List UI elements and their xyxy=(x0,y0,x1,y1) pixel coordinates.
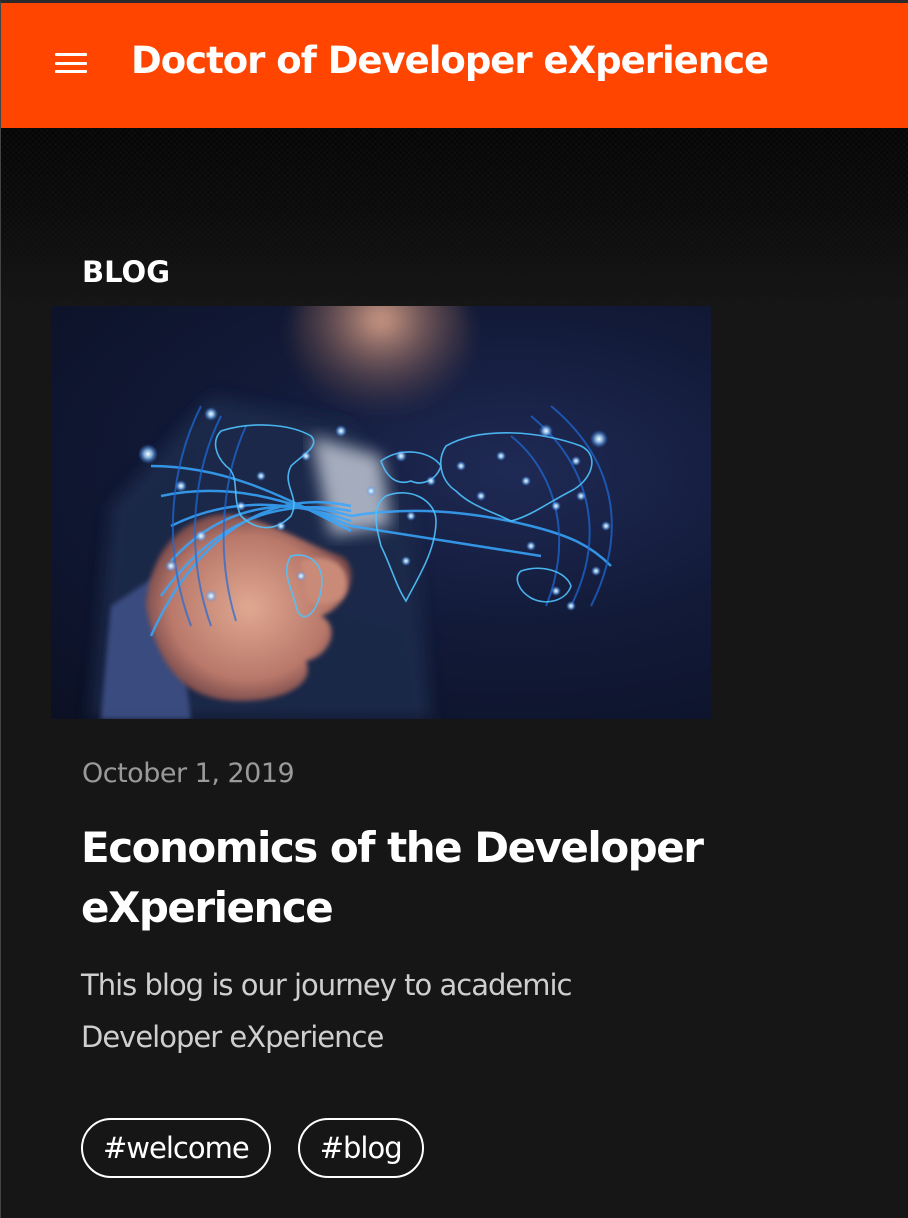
section-label: BLOG xyxy=(82,255,171,289)
tag-welcome[interactable]: #welcome xyxy=(81,1118,271,1178)
post-tags: #welcome #blog xyxy=(81,1118,424,1178)
menu-bar-line xyxy=(55,53,87,56)
tag-blog[interactable]: #blog xyxy=(297,1118,424,1178)
world-map-network-image xyxy=(91,306,613,719)
page: Doctor of Developer eXperience BLOG Octo… xyxy=(0,0,908,1218)
hamburger-menu-icon[interactable] xyxy=(53,48,89,78)
post-title[interactable]: Economics of the Developer eXperience xyxy=(81,818,721,938)
menu-bar-line xyxy=(55,70,87,73)
app-bar: Doctor of Developer eXperience xyxy=(1,3,908,128)
site-title[interactable]: Doctor of Developer eXperience xyxy=(131,39,769,82)
post-date: October 1, 2019 xyxy=(82,758,295,789)
post-featured-image[interactable] xyxy=(51,306,711,719)
post-excerpt: This blog is our journey to academic Dev… xyxy=(81,968,572,1054)
menu-bar-line xyxy=(55,61,87,65)
